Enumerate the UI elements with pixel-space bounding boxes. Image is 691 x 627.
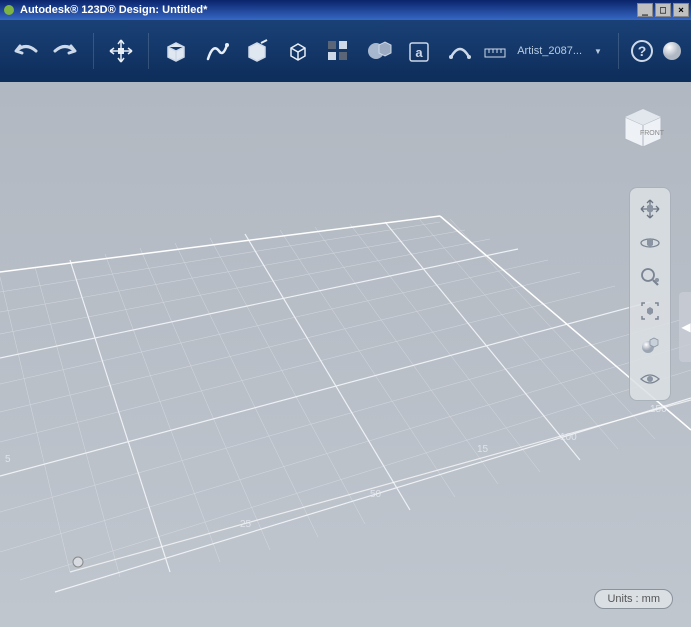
viewcube[interactable]: FRONT (615, 97, 671, 153)
viewport[interactable]: 25 50 100 150 5 15 FRONT (0, 82, 691, 627)
help-button[interactable]: ? (629, 31, 655, 71)
primitives-button[interactable] (159, 31, 193, 71)
materials-button[interactable] (634, 330, 666, 360)
svg-text:?: ? (637, 43, 646, 59)
materials-icon (639, 334, 661, 356)
sphere-icon (661, 40, 683, 62)
units-badge[interactable]: Units : mm (594, 589, 673, 609)
minimize-button[interactable]: _ (637, 3, 653, 17)
text-button[interactable]: a (402, 31, 436, 71)
grid-label: 5 (5, 454, 11, 465)
app-icon (2, 3, 16, 17)
pattern-button[interactable] (321, 31, 355, 71)
toolbar-separator (93, 33, 94, 69)
modify-button[interactable] (281, 31, 315, 71)
grid-label: 50 (370, 489, 382, 500)
undo-button[interactable] (8, 31, 42, 71)
move-icon (107, 37, 135, 65)
main-toolbar: a Artist_2087... ▼ ? (0, 20, 691, 82)
grid-label: 150 (650, 404, 667, 415)
panel-expand-tab[interactable]: ◀ (679, 292, 691, 362)
text-icon: a (405, 37, 433, 65)
undo-icon (8, 40, 42, 62)
window-controls: _ □ × (637, 3, 689, 17)
measure-icon (446, 37, 474, 65)
grid-label: 25 (240, 519, 252, 530)
visibility-button[interactable] (634, 364, 666, 394)
zoom-button[interactable] (634, 262, 666, 292)
sketch-button[interactable] (200, 31, 234, 71)
grid-plane: 25 50 100 150 5 15 (0, 82, 691, 627)
redo-icon (49, 40, 83, 62)
construct-button[interactable] (240, 31, 274, 71)
window-titlebar: Autodesk® 123D® Design: Untitled* _ □ × (0, 0, 691, 20)
grid-label: 100 (560, 432, 577, 443)
modify-icon (284, 37, 312, 65)
sphere-button[interactable] (661, 31, 683, 71)
combine-button[interactable] (362, 31, 396, 71)
help-icon: ? (630, 39, 654, 63)
measure-button[interactable] (443, 31, 477, 71)
fit-icon (639, 300, 661, 322)
pan-icon (639, 198, 661, 220)
combine-icon (365, 37, 393, 65)
move-button[interactable] (104, 31, 138, 71)
user-label[interactable]: Artist_2087... (517, 45, 582, 57)
eye-icon (639, 371, 661, 387)
user-dropdown-icon[interactable]: ▼ (594, 47, 602, 56)
zoom-icon (639, 266, 661, 288)
svg-text:a: a (416, 45, 424, 60)
orbit-icon (639, 232, 661, 254)
grid-label: 15 (477, 444, 489, 455)
chevron-left-icon: ◀ (681, 320, 690, 334)
redo-button[interactable] (48, 31, 82, 71)
cube-icon (162, 37, 190, 65)
close-button[interactable]: × (673, 3, 689, 17)
orbit-button[interactable] (634, 228, 666, 258)
fit-button[interactable] (634, 296, 666, 326)
toolbar-separator (148, 33, 149, 69)
construct-icon (243, 37, 271, 65)
ruler-button[interactable] (483, 31, 507, 71)
pan-button[interactable] (634, 194, 666, 224)
window-title: Autodesk® 123D® Design: Untitled* (20, 4, 637, 16)
toolbar-separator (618, 33, 619, 69)
viewcube-icon: FRONT (615, 97, 671, 153)
ruler-icon (483, 41, 507, 61)
svg-text:FRONT: FRONT (640, 130, 665, 137)
navigation-bar (629, 187, 671, 401)
maximize-button[interactable]: □ (655, 3, 671, 17)
pattern-icon (325, 38, 351, 64)
sketch-icon (203, 37, 231, 65)
